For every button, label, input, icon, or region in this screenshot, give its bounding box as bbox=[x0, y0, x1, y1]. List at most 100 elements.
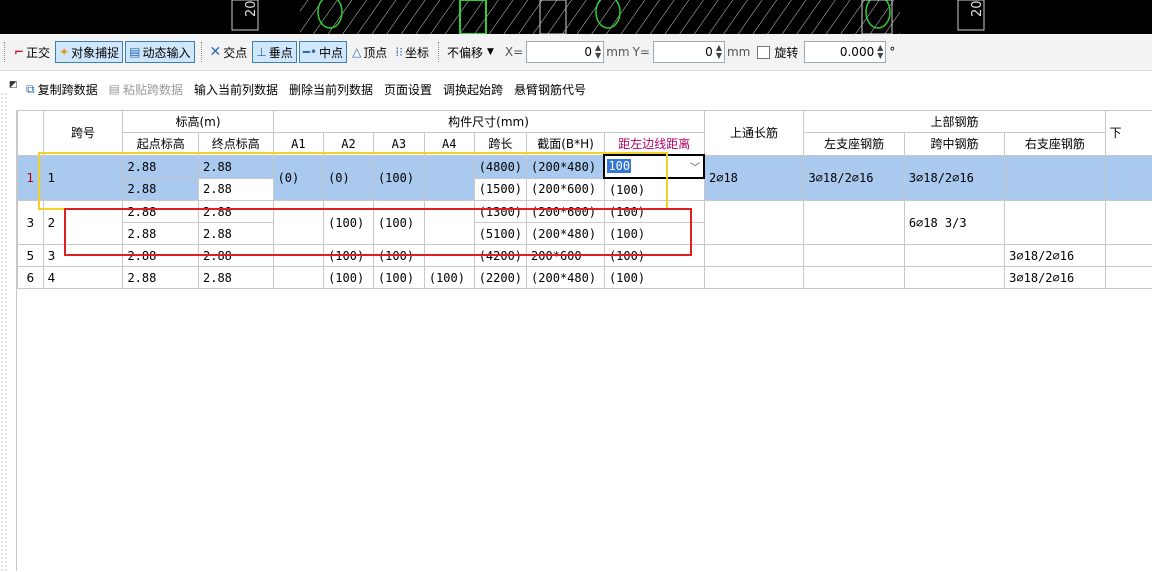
coordinate-icon: ⁞⁝ bbox=[395, 45, 403, 59]
header-top-rebar: 上部钢筋 bbox=[804, 111, 1105, 133]
chevron-down-icon: ▼ bbox=[487, 47, 494, 57]
ortho-label: 正交 bbox=[26, 44, 50, 61]
spinner-icon[interactable]: ▲▼ bbox=[595, 44, 601, 60]
row-number[interactable]: 6 bbox=[18, 267, 44, 289]
vertex-button[interactable]: △ 顶点 bbox=[349, 41, 390, 63]
right-support-cell[interactable]: 3⌀18/2⌀16 bbox=[1005, 245, 1105, 267]
offset-mode-select[interactable]: 不偏移 ▼ bbox=[444, 41, 503, 63]
rotate-value: 0.000 bbox=[809, 45, 874, 59]
dynamic-input-icon: ▤ bbox=[129, 45, 140, 59]
canvas-label-left: 20 bbox=[244, 0, 259, 17]
rotate-unit: ° bbox=[889, 45, 895, 59]
y-input[interactable]: 0 ▲▼ bbox=[653, 41, 725, 63]
mid-span-cell[interactable] bbox=[904, 267, 1004, 289]
span-length-cell[interactable]: (2200) bbox=[474, 267, 526, 289]
rotate-checkbox[interactable] bbox=[757, 46, 770, 59]
object-snap-button[interactable]: ✦ 对象捕捉 bbox=[55, 41, 123, 63]
snap-toolbar: ⌐ 正交 ✦ 对象捕捉 ▤ 动态输入 ✕ 交点 ⊥ 垂点 ━• 中点 △ 顶点 … bbox=[0, 34, 1152, 71]
span-number-cell[interactable]: 4 bbox=[43, 267, 123, 289]
coordinate-button[interactable]: ⁞⁝ 坐标 bbox=[392, 41, 432, 63]
swap-start-span-button[interactable]: 调换起始跨 bbox=[443, 81, 503, 98]
y-unit: mm bbox=[727, 45, 750, 59]
page-setup-button[interactable]: 页面设置 bbox=[384, 81, 432, 98]
paste-icon: ▤ bbox=[109, 82, 120, 96]
panel-grip-bar[interactable] bbox=[0, 92, 8, 572]
header-member-size: 构件尺寸(mm) bbox=[273, 111, 704, 133]
offset-mode-value: 不偏移 bbox=[447, 44, 483, 61]
perpendicular-label: 垂点 bbox=[269, 44, 293, 61]
a1-cell[interactable] bbox=[273, 267, 324, 289]
delete-column-button[interactable]: 删除当前列数据 bbox=[289, 81, 373, 98]
cantilever-rebar-button[interactable]: 悬臂钢筋代号 bbox=[514, 81, 586, 98]
rotate-input[interactable]: 0.000 ▲▼ bbox=[804, 41, 886, 63]
x-input[interactable]: 0 ▲▼ bbox=[526, 41, 604, 63]
right-support-cell[interactable] bbox=[1005, 155, 1105, 201]
spinner-icon[interactable]: ▲▼ bbox=[877, 44, 883, 60]
a2-cell[interactable]: (100) bbox=[324, 267, 374, 289]
header-top-through[interactable]: 上通长筋 bbox=[704, 111, 804, 156]
red-annotation-box bbox=[64, 208, 692, 256]
left-support-cell[interactable] bbox=[804, 201, 904, 245]
left-edge-distance-cell[interactable]: (100) bbox=[604, 267, 704, 289]
rotate-label: 旋转 bbox=[774, 44, 798, 61]
mid-span-cell[interactable]: 3⌀18/2⌀16 bbox=[904, 155, 1004, 201]
bottom-partial-cell[interactable] bbox=[1105, 155, 1152, 201]
table-row[interactable]: 6 4 2.88 2.88 (100) (100) (100) (2200) (… bbox=[18, 267, 1152, 289]
object-snap-icon: ✦ bbox=[59, 45, 69, 59]
a4-cell[interactable]: (100) bbox=[424, 267, 474, 289]
dynamic-input-button[interactable]: ▤ 动态输入 bbox=[125, 41, 194, 63]
toolbar-grip[interactable] bbox=[4, 42, 8, 62]
chevron-down-icon[interactable]: ﹀ bbox=[690, 159, 700, 174]
midpoint-icon: ━• bbox=[303, 45, 317, 59]
copy-icon: ⧉ bbox=[26, 82, 35, 97]
perpendicular-button[interactable]: ⊥ 垂点 bbox=[252, 41, 296, 63]
input-column-button[interactable]: 输入当前列数据 bbox=[194, 81, 278, 98]
delete-column-label: 删除当前列数据 bbox=[289, 81, 373, 98]
intersection-button[interactable]: ✕ 交点 bbox=[207, 41, 251, 63]
left-support-cell[interactable] bbox=[804, 245, 904, 267]
spinner-icon[interactable]: ▲▼ bbox=[716, 44, 722, 60]
bottom-partial-cell[interactable] bbox=[1105, 267, 1152, 289]
copy-span-button[interactable]: ⧉ 复制跨数据 bbox=[26, 81, 98, 98]
y-label: Y= bbox=[633, 45, 650, 59]
a3-cell[interactable]: (100) bbox=[373, 267, 424, 289]
left-support-cell[interactable]: 3⌀18/2⌀16 bbox=[804, 155, 904, 201]
header-mid-span[interactable]: 跨中钢筋 bbox=[904, 133, 1004, 156]
right-support-cell[interactable] bbox=[1005, 201, 1105, 245]
left-support-cell[interactable] bbox=[804, 267, 904, 289]
intersection-icon: ✕ bbox=[210, 44, 222, 60]
paste-span-button[interactable]: ▤ 粘贴跨数据 bbox=[109, 81, 183, 98]
top-through-cell[interactable]: 2⌀18 bbox=[704, 155, 804, 201]
header-bottom-partial[interactable]: 下 bbox=[1105, 111, 1152, 156]
mid-span-cell[interactable]: 6⌀18 3/3 bbox=[904, 201, 1004, 245]
header-row-1: 跨号 标高(m) 构件尺寸(mm) 上通长筋 上部钢筋 下 bbox=[18, 111, 1152, 133]
drawing-canvas-strip[interactable]: 20 20 bbox=[0, 0, 1152, 34]
midpoint-button[interactable]: ━• 中点 bbox=[299, 41, 347, 63]
header-right-support[interactable]: 右支座钢筋 bbox=[1005, 133, 1105, 156]
row-number[interactable]: 5 bbox=[18, 245, 44, 267]
copy-span-label: 复制跨数据 bbox=[38, 81, 98, 98]
header-span-no[interactable]: 跨号 bbox=[43, 111, 123, 156]
grid-toolbar: ⧉ 复制跨数据 ▤ 粘贴跨数据 输入当前列数据 删除当前列数据 页面设置 调换起… bbox=[10, 77, 597, 101]
toolbar-separator bbox=[201, 42, 203, 62]
bottom-partial-cell[interactable] bbox=[1105, 201, 1152, 245]
bottom-partial-cell[interactable] bbox=[1105, 245, 1152, 267]
x-value: 0 bbox=[531, 45, 592, 59]
end-elev-cell[interactable]: 2.88 bbox=[199, 267, 274, 289]
top-through-cell[interactable] bbox=[704, 267, 804, 289]
vertex-icon: △ bbox=[352, 45, 361, 59]
header-elevation: 标高(m) bbox=[123, 111, 273, 133]
corner-header bbox=[18, 111, 44, 156]
ortho-button[interactable]: ⌐ 正交 bbox=[11, 41, 53, 63]
mid-span-cell[interactable] bbox=[904, 245, 1004, 267]
right-support-cell[interactable]: 3⌀18/2⌀16 bbox=[1005, 267, 1105, 289]
page-setup-label: 页面设置 bbox=[384, 81, 432, 98]
drawing-canvas: 20 20 bbox=[0, 0, 1152, 34]
header-left-support[interactable]: 左支座钢筋 bbox=[804, 133, 904, 156]
cantilever-rebar-label: 悬臂钢筋代号 bbox=[514, 81, 586, 98]
section-cell[interactable]: (200*480) bbox=[527, 267, 605, 289]
start-elev-cell[interactable]: 2.88 bbox=[123, 267, 199, 289]
paste-span-label: 粘贴跨数据 bbox=[123, 81, 183, 98]
top-through-cell[interactable] bbox=[704, 201, 804, 245]
top-through-cell[interactable] bbox=[704, 245, 804, 267]
